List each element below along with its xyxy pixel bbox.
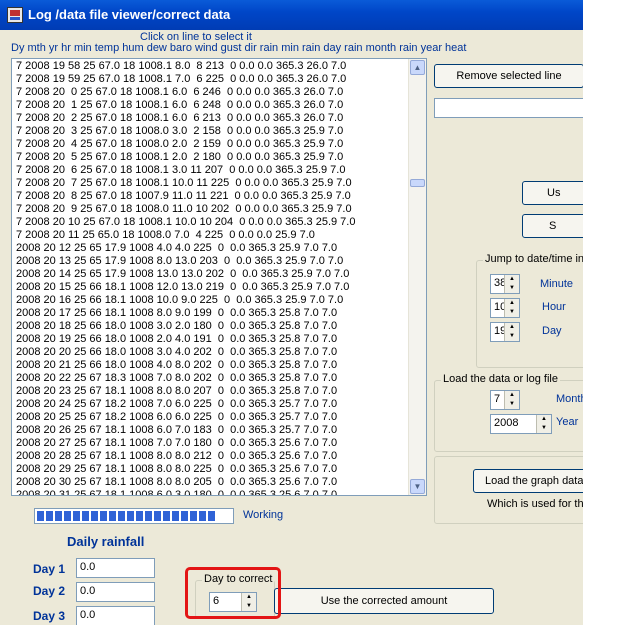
red-annotation-box xyxy=(185,567,281,619)
spin-up-icon[interactable]: ▲ xyxy=(505,391,519,400)
use-corrected-amount-button[interactable]: Use the corrected amount xyxy=(274,588,494,614)
log-line[interactable]: 7 2008 20 11 25 65.0 18 1008.0 7.0 4 225… xyxy=(16,229,408,242)
day3-input[interactable]: 0.0 xyxy=(76,606,155,625)
year-value: 2008 xyxy=(494,417,519,429)
spin-down-icon[interactable]: ▼ xyxy=(505,400,519,409)
log-line[interactable]: 7 2008 20 2 25 67.0 18 1008.1 6.0 6 213 … xyxy=(16,112,408,125)
day-label: Day xyxy=(542,325,562,337)
day2-label: Day 2 xyxy=(33,584,66,598)
log-line[interactable]: 2008 20 24 25 67 18.2 1008 7.0 6.0 225 0… xyxy=(16,398,408,411)
log-line[interactable]: 2008 20 22 25 67 18.3 1008 7.0 8.0 202 0… xyxy=(16,372,408,385)
progress-label: Working xyxy=(243,509,284,521)
day3-label: Day 3 xyxy=(33,609,66,623)
graph-frame xyxy=(434,456,583,524)
log-line[interactable]: 2008 20 31 25 67 18.1 1008 6.0 3.0 180 0… xyxy=(16,489,408,495)
day-spinner[interactable]: 19 ▲ ▼ xyxy=(490,322,520,342)
spin-up-icon[interactable]: ▲ xyxy=(505,323,519,332)
log-line[interactable]: 2008 20 14 25 65 17.9 1008 13.0 13.0 202… xyxy=(16,268,408,281)
log-line[interactable]: 7 2008 20 1 25 67.0 18 1008.1 6.0 6 248 … xyxy=(16,99,408,112)
hour-spinner[interactable]: 10 ▲ ▼ xyxy=(490,298,520,318)
log-line[interactable]: 2008 20 20 25 66 18.0 1008 3.0 4.0 202 0… xyxy=(16,346,408,359)
month-value: 7 xyxy=(494,393,501,405)
scroll-up-icon[interactable]: ▲ xyxy=(410,60,425,75)
log-viewer-window: Log /data file viewer/correct data Click… xyxy=(0,0,583,625)
log-line[interactable]: 2008 20 25 25 67 18.2 1008 6.0 6.0 225 0… xyxy=(16,411,408,424)
minute-spinner[interactable]: 38 ▲ ▼ xyxy=(490,274,520,294)
log-line[interactable]: 7 2008 20 7 25 67.0 18 1008.1 10.0 11 22… xyxy=(16,177,408,190)
log-line[interactable]: 2008 20 28 25 67 18.1 1008 8.0 8.0 212 0… xyxy=(16,450,408,463)
window-title: Log /data file viewer/correct data xyxy=(28,7,231,22)
log-line[interactable]: 7 2008 19 58 25 67.0 18 1008.1 8.0 8 213… xyxy=(16,60,408,73)
minute-label: Minute xyxy=(540,278,574,290)
log-line[interactable]: 2008 20 15 25 66 18.1 1008 12.0 13.0 219… xyxy=(16,281,408,294)
log-line[interactable]: 2008 20 13 25 65 17.9 1008 8.0 13.0 203 … xyxy=(16,255,408,268)
selected-line-field[interactable] xyxy=(434,98,583,118)
spin-down-icon[interactable]: ▼ xyxy=(505,284,519,293)
log-line[interactable]: 2008 20 23 25 67 18.1 1008 8.0 8.0 207 0… xyxy=(16,385,408,398)
hour-label: Hour xyxy=(542,301,566,313)
scroll-down-icon[interactable]: ▼ xyxy=(410,479,425,494)
log-line[interactable]: 2008 20 19 25 66 18.0 1008 2.0 4.0 191 0… xyxy=(16,333,408,346)
day1-input[interactable]: 0.0 xyxy=(76,558,155,578)
partial-button-1[interactable]: Us xyxy=(522,181,583,205)
log-line[interactable]: 2008 20 21 25 66 18.0 1008 4.0 8.0 202 0… xyxy=(16,359,408,372)
daily-rainfall-title: Daily rainfall xyxy=(67,534,145,549)
month-label: Month xyxy=(556,393,583,405)
day2-input[interactable]: 0.0 xyxy=(76,582,155,602)
spin-up-icon[interactable]: ▲ xyxy=(505,299,519,308)
remove-selected-line-button[interactable]: Remove selected line xyxy=(434,64,583,88)
year-spinner[interactable]: 2008 ▲ ▼ xyxy=(490,414,552,434)
spin-down-icon[interactable]: ▼ xyxy=(505,308,519,317)
log-line[interactable]: 7 2008 20 4 25 67.0 18 1008.0 2.0 2 159 … xyxy=(16,138,408,151)
log-line[interactable]: 2008 20 27 25 67 18.1 1008 7.0 7.0 180 0… xyxy=(16,437,408,450)
progress-fill xyxy=(37,511,217,521)
partial-button-2[interactable]: S xyxy=(522,214,583,238)
log-line[interactable]: 2008 20 16 25 66 18.1 1008 10.0 9.0 225 … xyxy=(16,294,408,307)
log-lines: 7 2008 19 58 25 67.0 18 1008.1 8.0 8 213… xyxy=(16,60,408,495)
spin-down-icon[interactable]: ▼ xyxy=(505,332,519,341)
scroll-thumb[interactable] xyxy=(410,179,425,187)
progress-bar xyxy=(34,508,234,524)
log-line[interactable]: 2008 20 17 25 66 18.1 1008 8.0 9.0 199 0… xyxy=(16,307,408,320)
load-file-legend: Load the data or log file xyxy=(441,373,560,385)
log-line[interactable]: 2008 20 29 25 67 18.1 1008 8.0 8.0 225 0… xyxy=(16,463,408,476)
log-line[interactable]: 7 2008 20 0 25 67.0 18 1008.1 6.0 6 246 … xyxy=(16,86,408,99)
title-bar: Log /data file viewer/correct data xyxy=(0,0,583,30)
log-line[interactable]: 7 2008 19 59 25 67.0 18 1008.1 7.0 6 225… xyxy=(16,73,408,86)
year-label: Year xyxy=(556,416,579,428)
log-line[interactable]: 2008 20 26 25 67 18.1 1008 6.0 7.0 183 0… xyxy=(16,424,408,437)
log-line[interactable]: 2008 20 30 25 67 18.1 1008 8.0 8.0 205 0… xyxy=(16,476,408,489)
log-line[interactable]: 2008 20 12 25 65 17.9 1008 4.0 4.0 225 0… xyxy=(16,242,408,255)
month-spinner[interactable]: 7 ▲ ▼ xyxy=(490,390,520,410)
log-line[interactable]: 7 2008 20 3 25 67.0 18 1008.0 3.0 2 158 … xyxy=(16,125,408,138)
spin-up-icon[interactable]: ▲ xyxy=(537,415,551,424)
log-line[interactable]: 7 2008 20 10 25 67.0 18 1008.1 10.0 10 2… xyxy=(16,216,408,229)
list-scrollbar[interactable]: ▲ ▼ xyxy=(408,59,426,495)
log-listbox[interactable]: 7 2008 19 58 25 67.0 18 1008.1 8.0 8 213… xyxy=(11,58,427,496)
log-line[interactable]: 7 2008 20 5 25 67.0 18 1008.1 2.0 2 180 … xyxy=(16,151,408,164)
log-line[interactable]: 7 2008 20 8 25 67.0 18 1007.9 11.0 11 22… xyxy=(16,190,408,203)
spin-down-icon[interactable]: ▼ xyxy=(537,424,551,433)
jump-to-legend: Jump to date/time in xyxy=(483,253,583,265)
log-line[interactable]: 7 2008 20 9 25 67.0 18 1008.0 11.0 10 20… xyxy=(16,203,408,216)
app-window-icon[interactable] xyxy=(7,7,23,23)
day1-label: Day 1 xyxy=(33,562,66,576)
spin-up-icon[interactable]: ▲ xyxy=(505,275,519,284)
log-line[interactable]: 7 2008 20 6 25 67.0 18 1008.1 3.0 11 207… xyxy=(16,164,408,177)
column-header: Dy mth yr hr min temp hum dew baro wind … xyxy=(11,42,467,54)
log-line[interactable]: 2008 20 18 25 66 18.0 1008 3.0 2.0 180 0… xyxy=(16,320,408,333)
